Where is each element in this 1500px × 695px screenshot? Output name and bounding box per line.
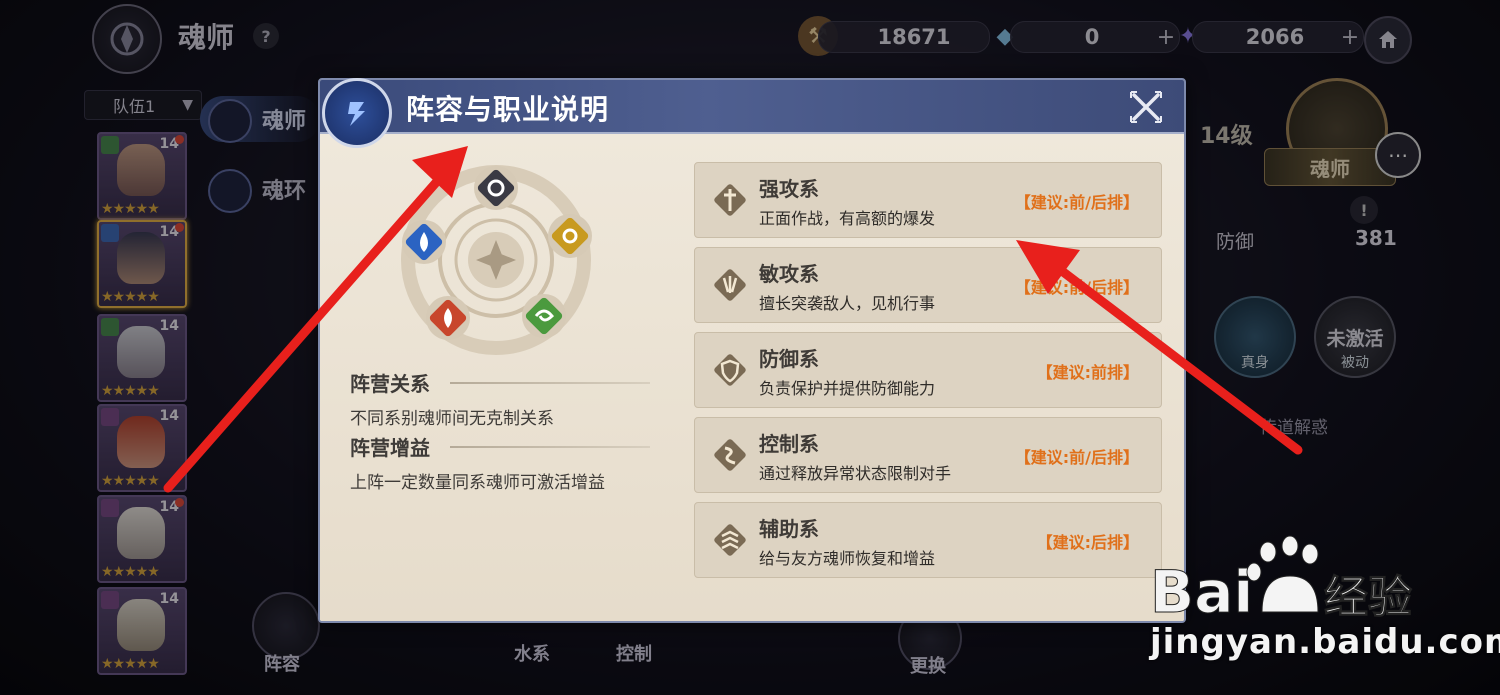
watermark-url: jingyan.baidu.com bbox=[1150, 622, 1500, 662]
arrow-to-class-list bbox=[1016, 240, 1303, 455]
svg-text:Bai: Bai bbox=[1150, 558, 1253, 626]
arrow-to-wheel bbox=[163, 146, 468, 493]
svg-text:经验: 经验 bbox=[1324, 572, 1412, 623]
